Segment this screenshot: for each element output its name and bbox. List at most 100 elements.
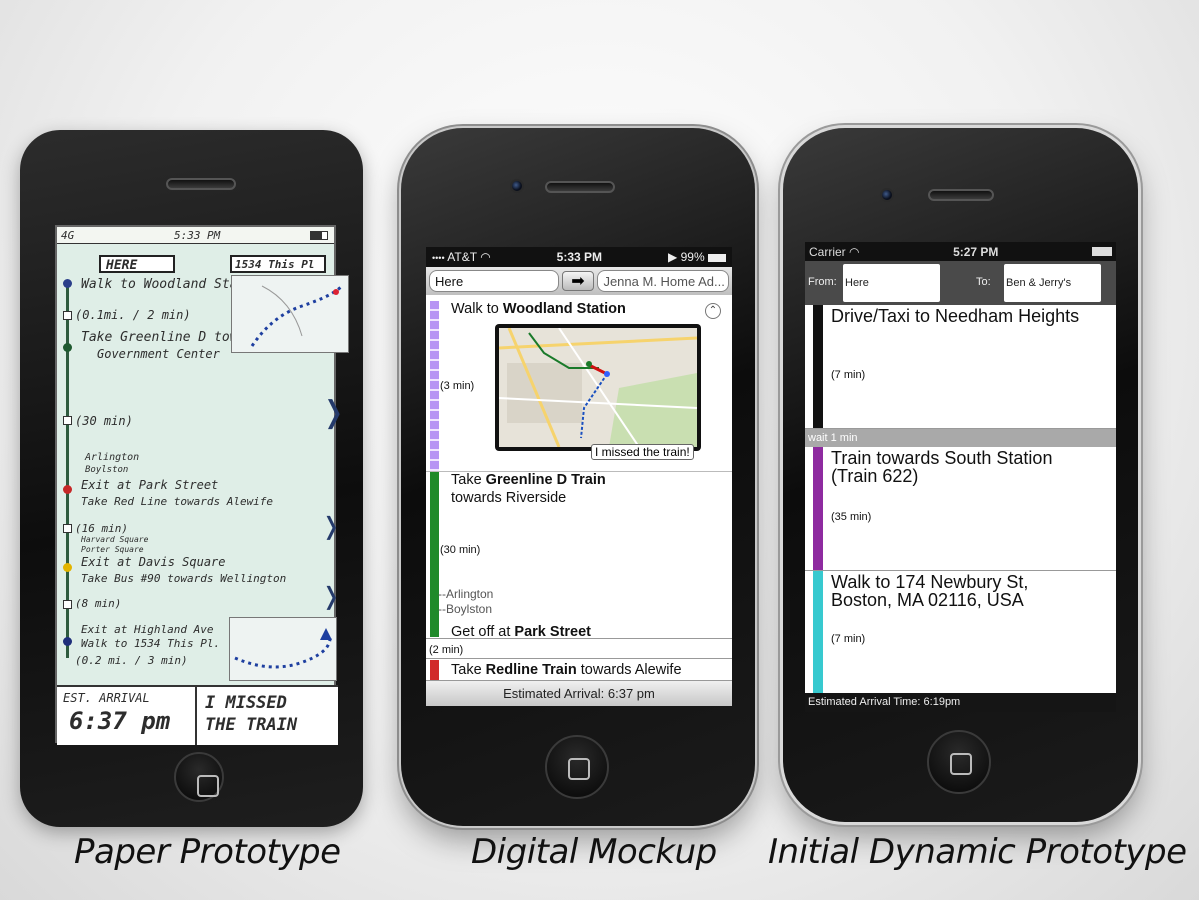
paper-to-field[interactable]: 1534 This Pl [230, 255, 326, 273]
signal-icon: •••• [432, 253, 445, 263]
dp-from-to-bar: From: Here To: Ben & Jerry's [805, 261, 1116, 305]
dm-divider [426, 638, 732, 639]
paper-map-sketch-2 [229, 617, 337, 681]
dp-step[interactable]: Drive/Taxi to Needham Heights (7 min) [805, 305, 1116, 429]
dp-from-input[interactable]: Here [843, 264, 940, 302]
dm-map[interactable] [495, 324, 701, 451]
paper-est-arrival: EST. ARRIVAL 6:37 pm [57, 685, 197, 745]
digital-mockup-screen: •••• AT&T ◠ 5:33 PM ▶ 99% Here ➡ Jenna M… [426, 247, 732, 706]
dp-step[interactable]: Train towards South Station (Train 622) … [805, 447, 1116, 571]
dynamic-home-button [927, 730, 991, 794]
dp-to-input[interactable]: Ben & Jerry's [1004, 264, 1101, 302]
paper-status-bar: 4G 5:33 PM [57, 227, 334, 244]
caption-dynamic: Initial Dynamic Prototype [768, 832, 1187, 872]
dp-step-color-bar [813, 305, 823, 428]
dp-step-duration: (35 min) [831, 511, 872, 523]
paper-map-sketch-1 [231, 275, 349, 353]
dp-step[interactable]: Walk to 174 Newbury St, Boston, MA 02116… [805, 571, 1116, 693]
dp-step-duration: (7 min) [831, 369, 866, 381]
battery-icon [707, 253, 726, 262]
dp-to-label: To: [976, 276, 991, 288]
dm-step2-title: Take Greenline D Train [451, 472, 606, 488]
paper-line: (16 min) [75, 522, 128, 535]
paper-line: Walk to 1534 This Pl. [81, 637, 221, 650]
dynamic-speaker [928, 189, 994, 201]
paper-line: Take Greenline D tow [81, 330, 238, 345]
paper-speaker [166, 178, 236, 190]
dm-carrier: AT&T [447, 250, 477, 264]
paper-line: Exit at Highland Ave [81, 623, 214, 636]
dm-battery-percent: 99% [680, 250, 705, 264]
dm-status-bar: •••• AT&T ◠ 5:33 PM ▶ 99% [426, 247, 732, 267]
paper-step-square [63, 311, 72, 320]
map-image [499, 328, 697, 447]
dp-from-label: From: [808, 276, 837, 288]
paper-step-square [63, 600, 72, 609]
dynamic-prototype-screen: Carrier ◠ 5:27 PM From: Here To: Ben & J… [805, 242, 1116, 712]
dp-step-color-bar [813, 447, 823, 570]
paper-time: 5:33 [174, 229, 201, 242]
paper-battery-icon [310, 231, 328, 240]
dm-red-bar [430, 660, 439, 680]
paper-stop-dot [63, 485, 72, 494]
go-arrow-button[interactable]: ➡ [561, 271, 595, 291]
dp-wait-row: wait 1 min [805, 429, 1116, 447]
paper-line: Boylston [85, 465, 129, 475]
paper-line: Take Bus #90 towards Wellington [81, 572, 287, 585]
dm-step1-duration: (3 min) [440, 380, 475, 392]
wifi-icon: ◠ [849, 244, 860, 259]
dp-status-bar: Carrier ◠ 5:27 PM [805, 242, 1116, 261]
paper-step-square [63, 416, 72, 425]
dp-step-title: Train towards South Station (Train 622) [831, 448, 1053, 486]
paper-line: Government Center [97, 347, 220, 361]
paper-line: (30 min) [75, 414, 133, 428]
paper-line: Arlington [85, 452, 140, 463]
collapse-chevron-up-icon[interactable]: ⌃ [705, 303, 721, 319]
paper-ampm: PM [207, 229, 221, 242]
paper-chevron-right-icon[interactable]: ❭ [321, 512, 341, 540]
paper-from-field[interactable]: HERE [99, 255, 175, 273]
dp-step-color-bar [813, 571, 823, 693]
digital-speaker [545, 181, 615, 193]
dm-divider [426, 658, 732, 659]
paper-prototype-screen: 4G 5:33 PM HERE 1534 This Pl Walk to Woo… [55, 225, 349, 745]
dm-step2-duration: (30 min) [440, 544, 481, 556]
paper-line: (8 min) [75, 597, 122, 610]
dp-carrier: Carrier [809, 244, 846, 259]
dm-search-bar: Here ➡ Jenna M. Home Ad... [426, 267, 732, 295]
missed-train-button[interactable]: I missed the train! [591, 444, 694, 460]
digital-camera [510, 179, 524, 193]
dm-stop: --Arlington [438, 587, 494, 601]
paper-stop-dot [63, 637, 72, 646]
dm-step2-direction: towards Riverside [451, 490, 567, 506]
dm-stop: --Boylston [438, 602, 493, 616]
digital-home-button [545, 735, 609, 799]
paper-stop-dot [63, 563, 72, 572]
paper-line: Walk to Woodland Sta [81, 277, 238, 292]
dynamic-camera [880, 188, 894, 202]
dp-time: 5:27 PM [953, 244, 999, 259]
paper-missed-train-button[interactable]: I MISSED THE TRAIN [197, 685, 338, 745]
dm-walk-duration: (2 min) [429, 644, 464, 656]
paper-line: Harvard Square [81, 535, 149, 544]
paper-chevron-right-icon[interactable]: ❭ [321, 582, 341, 610]
paper-line: Take Red Line towards Alewife [81, 495, 274, 508]
paper-stop-dot [63, 279, 72, 288]
paper-line: Porter Square [81, 545, 144, 554]
paper-line: Exit at Park Street [81, 478, 219, 492]
arrow-right-icon: ➡ [571, 273, 585, 290]
dm-to-input[interactable]: Jenna M. Home Ad... [597, 270, 729, 292]
dm-time: 5:33 PM [556, 250, 603, 264]
dm-from-input[interactable]: Here [429, 270, 559, 292]
dp-step-title: Drive/Taxi to Needham Heights [831, 306, 1080, 326]
wifi-icon: ◠ [480, 250, 491, 264]
paper-home-button [174, 752, 224, 802]
paper-line: Exit at Davis Square [81, 555, 226, 569]
paper-line: (0.1mi. / 2 min) [75, 308, 191, 322]
paper-chevron-right-icon[interactable]: ❭ [321, 395, 346, 430]
dp-step-duration: (7 min) [831, 633, 866, 645]
caption-paper: Paper Prototype [74, 832, 341, 872]
dm-step3-title: Take Redline Train towards Alewife [451, 662, 682, 678]
dm-walk-bar [430, 301, 439, 472]
paper-step-square [63, 524, 72, 533]
